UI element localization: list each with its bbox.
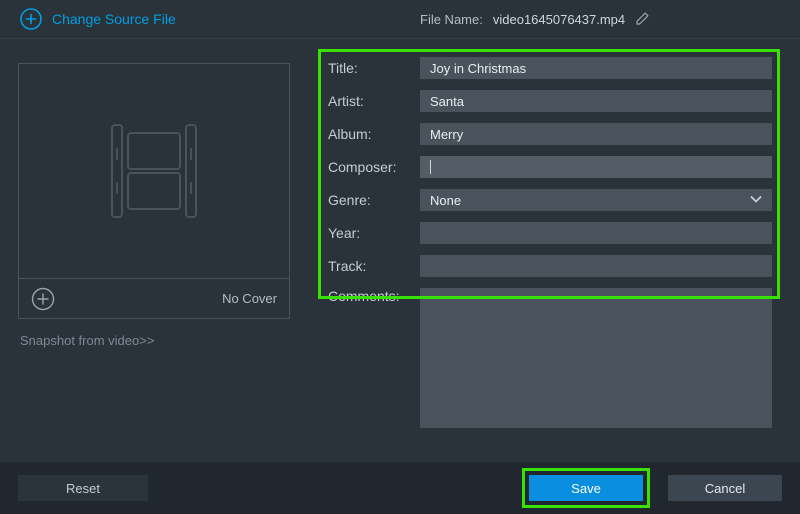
label-year: Year: (320, 225, 420, 241)
label-album: Album: (320, 126, 420, 142)
label-title: Title: (320, 60, 420, 76)
file-name-display: File Name: video1645076437.mp4 (420, 0, 651, 38)
comments-textarea[interactable] (420, 288, 772, 428)
track-input[interactable] (420, 255, 772, 277)
no-cover-label: No Cover (222, 291, 277, 306)
cover-box: No Cover (18, 63, 290, 319)
snapshot-from-video-link[interactable]: Snapshot from video>> (20, 333, 312, 348)
label-artist: Artist: (320, 93, 420, 109)
title-input[interactable] (420, 57, 772, 79)
composer-input[interactable] (430, 156, 762, 178)
plus-circle-icon (20, 8, 42, 30)
file-name-label: File Name: (420, 12, 483, 27)
add-cover-icon[interactable] (31, 287, 55, 311)
album-input[interactable] (420, 123, 772, 145)
file-name-value: video1645076437.mp4 (493, 12, 625, 27)
artist-input[interactable] (420, 90, 772, 112)
label-comments: Comments: (320, 288, 420, 304)
genre-select[interactable]: None (420, 189, 772, 211)
label-composer: Composer: (320, 159, 420, 175)
label-track: Track: (320, 258, 420, 274)
year-input[interactable] (420, 222, 772, 244)
reset-button[interactable]: Reset (18, 475, 148, 501)
change-source-label: Change Source File (52, 11, 176, 27)
cover-placeholder-icon (19, 64, 289, 278)
pencil-edit-icon[interactable] (635, 10, 651, 29)
label-genre: Genre: (320, 192, 420, 208)
change-source-file[interactable]: Change Source File (20, 8, 176, 30)
save-highlight-box: Save (522, 468, 650, 508)
cancel-button[interactable]: Cancel (668, 475, 782, 501)
save-button[interactable]: Save (529, 475, 643, 501)
